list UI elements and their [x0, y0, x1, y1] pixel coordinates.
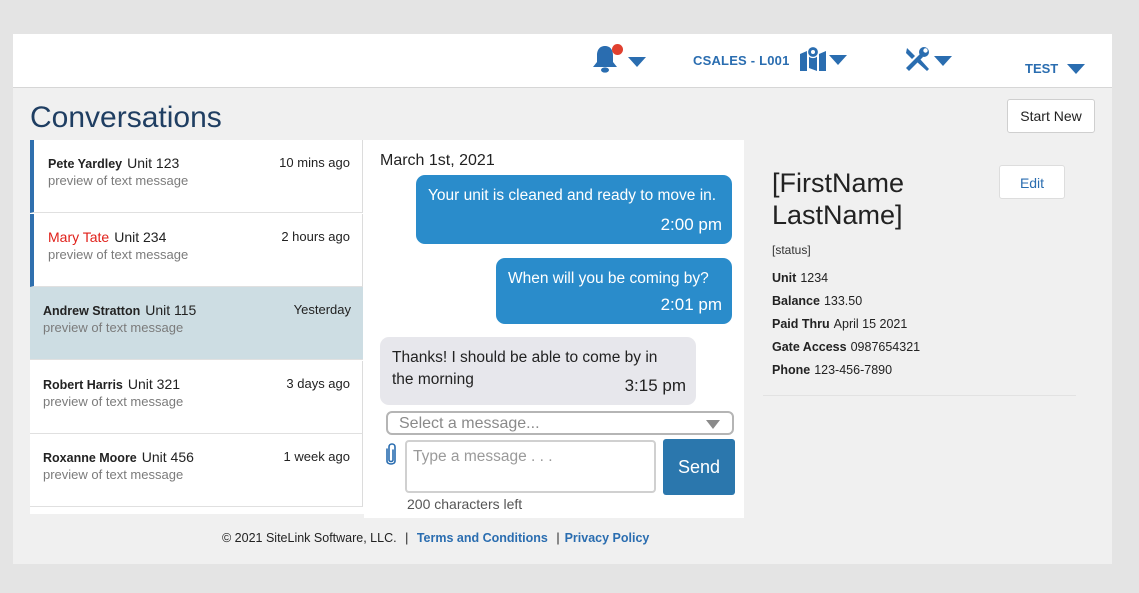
contact-name: Mary Tate	[48, 228, 110, 245]
footer-separator: |	[405, 531, 409, 545]
tools-menu[interactable]	[903, 45, 955, 75]
detail-label: Unit	[772, 271, 797, 285]
page-title: Conversations	[30, 101, 222, 134]
message-time: 2:01 pm	[660, 295, 722, 314]
contact-name: Andrew Stratton	[43, 304, 141, 318]
top-bar: CSALES - L001 TEST	[13, 34, 1112, 88]
conversation-unit: Unit 456	[141, 449, 194, 465]
conversation-preview: preview of text message	[48, 173, 189, 188]
message-bubble: Thanks! I should be able to come by in t…	[380, 337, 696, 405]
detail-label: Paid Thru	[772, 317, 830, 331]
message-time: 2:00 pm	[660, 215, 722, 234]
start-new-button[interactable]: Start New	[1007, 99, 1095, 133]
conversation-name: Robert Harris Unit 321	[43, 376, 180, 392]
message-text: When will you be coming by?	[508, 270, 709, 287]
detail-value: April 15 2021	[833, 317, 908, 331]
edit-contact-button[interactable]: Edit	[999, 165, 1065, 199]
detail-unit: Unit 1234	[772, 271, 828, 285]
contact-name: [FirstName LastName]	[772, 167, 904, 231]
conversation-item[interactable]: Robert Harris Unit 321 preview of text mes…	[30, 360, 363, 434]
divider	[763, 395, 1076, 396]
contact-details-panel: [FirstName LastName] Edit [status] Unit 1…	[744, 140, 1112, 530]
conversation-preview: preview of text message	[48, 246, 189, 262]
paperclip-icon[interactable]	[383, 441, 399, 469]
location-label[interactable]: CSALES - L001	[693, 53, 790, 68]
contact-status: [status]	[772, 243, 811, 257]
conversation-item[interactable]: Mary Tate Unit 234 preview of text message…	[30, 213, 363, 287]
contact-first-name: [FirstName	[772, 168, 905, 198]
map-pin-icon	[799, 45, 827, 77]
contact-last-name: LastName]	[772, 200, 903, 230]
detail-paid-thru: Paid Thru April 15 2021	[772, 317, 907, 331]
user-menu[interactable]: TEST	[1025, 60, 1105, 80]
conversation-name: Mary Tate Unit 234	[48, 229, 166, 245]
message-bubble: Your unit is cleaned and ready to move i…	[416, 175, 732, 244]
contact-name: Roxanne Moore	[43, 451, 137, 465]
detail-value: 0987654321	[850, 340, 921, 354]
chevron-down-icon	[934, 56, 952, 66]
characters-left: 200 characters left	[407, 496, 523, 512]
conversation-item[interactable]: Andrew Stratton Unit 115 preview of text m…	[30, 287, 363, 360]
message-panel: March 1st, 2021 Your unit is cleaned and…	[364, 140, 744, 518]
notifications-menu[interactable]	[590, 43, 652, 77]
user-label: TEST	[1025, 61, 1059, 76]
contact-name: Pete Yardley	[48, 157, 123, 171]
detail-label: Balance	[772, 294, 820, 308]
conversation-item[interactable]: Pete Yardley Unit 123 preview of text mess…	[30, 140, 363, 213]
chevron-down-icon	[706, 420, 720, 429]
detail-value: 1234	[800, 271, 829, 285]
chevron-down-icon	[628, 57, 646, 67]
app-frame: CSALES - L001 TEST Conversations Start N…	[13, 34, 1112, 564]
tools-icon	[903, 45, 931, 78]
conversation-time: 2 hours ago	[281, 228, 350, 244]
message-bubble: When will you be coming by? 2:01 pm	[496, 258, 732, 324]
detail-balance: Balance 133.50	[772, 294, 862, 308]
copyright-text: © 2021 SiteLink Software, LLC.	[222, 531, 397, 545]
contact-name: Robert Harris	[43, 377, 123, 392]
detail-value: 123-456-7890	[814, 363, 893, 377]
conversation-time: 3 days ago	[286, 375, 350, 391]
footer-separator: |	[556, 531, 560, 545]
conversation-time: 10 mins ago	[279, 155, 350, 170]
conversation-unit: Unit 321	[127, 375, 181, 392]
conversation-time: Yesterday	[293, 302, 351, 317]
message-template-select[interactable]: Select a message...	[386, 411, 734, 435]
conversation-unit: Unit 123	[127, 155, 180, 171]
location-menu[interactable]	[799, 45, 851, 77]
conversation-preview: preview of text message	[43, 393, 184, 409]
terms-link[interactable]: Terms and Conditions	[417, 531, 548, 545]
detail-label: Phone	[772, 363, 811, 377]
detail-gate-access: Gate Access 0987654321	[772, 340, 920, 354]
message-text: Your unit is cleaned and ready to move i…	[428, 187, 717, 204]
conversation-name: Pete Yardley Unit 123	[48, 155, 179, 171]
send-button[interactable]: Send	[663, 439, 735, 495]
detail-value: 133.50	[823, 294, 863, 308]
chevron-down-icon	[1067, 64, 1085, 74]
message-time: 3:15 pm	[624, 376, 686, 395]
conversation-unit: Unit 234	[114, 228, 167, 245]
message-input[interactable]	[405, 440, 656, 493]
conversation-unit: Unit 115	[145, 302, 197, 318]
conversation-list: Pete Yardley Unit 123 preview of text mess…	[30, 140, 364, 514]
chevron-down-icon	[829, 55, 847, 65]
privacy-link[interactable]: Privacy Policy	[565, 531, 650, 545]
notification-dot	[612, 44, 623, 55]
select-placeholder: Select a message...	[399, 415, 540, 432]
conversation-name: Andrew Stratton Unit 115	[43, 302, 196, 318]
thread-date: March 1st, 2021	[380, 152, 495, 169]
conversation-preview: preview of text message	[43, 467, 184, 482]
detail-label: Gate Access	[772, 340, 847, 354]
detail-phone: Phone 123-456-7890	[772, 363, 892, 377]
conversation-name: Roxanne Moore Unit 456	[43, 449, 194, 465]
conversation-preview: preview of text message	[43, 320, 184, 335]
conversation-item[interactable]: Roxanne Moore Unit 456 preview of text mes…	[30, 434, 363, 507]
conversation-time: 1 week ago	[283, 449, 351, 464]
